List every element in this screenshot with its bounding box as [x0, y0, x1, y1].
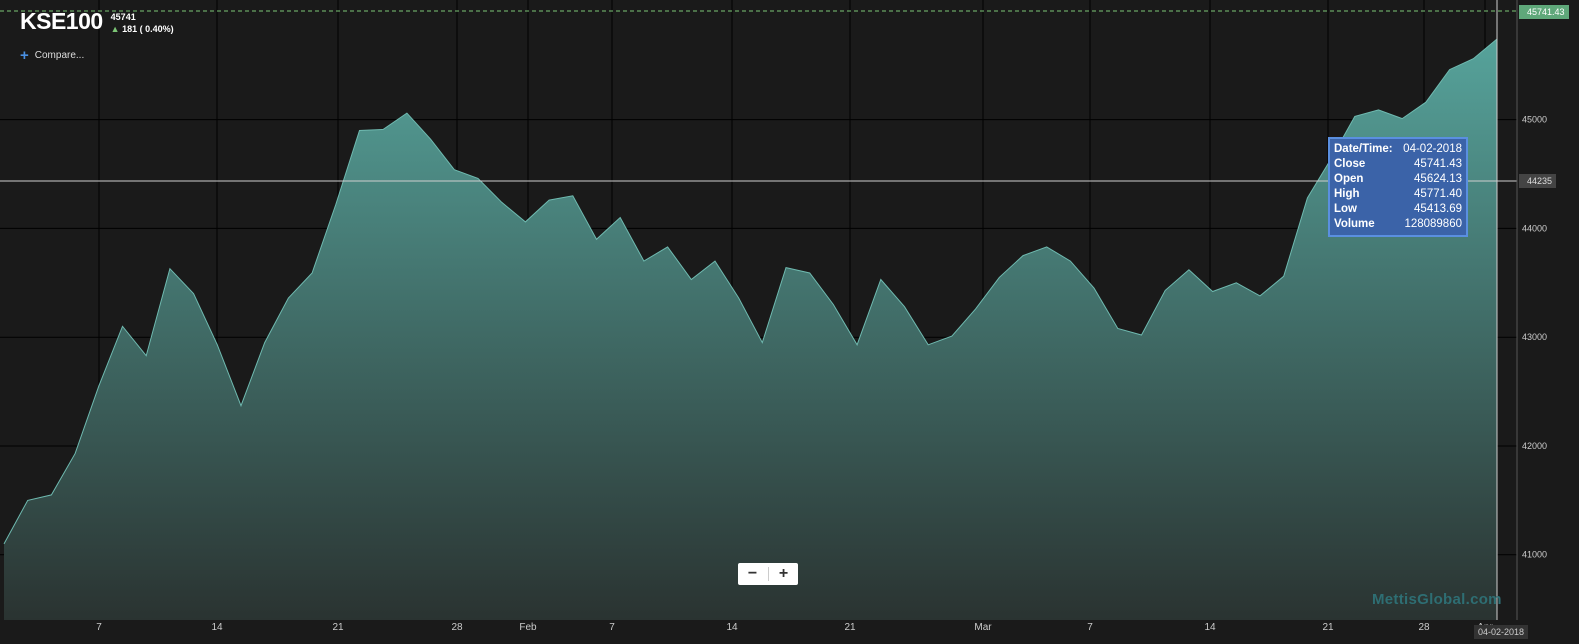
- y-tick-label: 44000: [1522, 223, 1547, 233]
- tooltip-row: Close 45741.43: [1334, 157, 1462, 172]
- crosshair-price-tag: 44235: [1519, 174, 1557, 188]
- tooltip-label: Low: [1334, 203, 1357, 215]
- tooltip-row: High 45771.40: [1334, 187, 1462, 202]
- tooltip-value: 45413.69: [1414, 203, 1462, 215]
- compare-button[interactable]: + Compare...: [20, 46, 85, 64]
- x-tick-label: 14: [211, 622, 223, 633]
- zoom-out-button[interactable]: −: [739, 563, 767, 585]
- y-tick-label: 43000: [1522, 332, 1547, 342]
- tooltip-value: 04-02-2018: [1403, 143, 1462, 155]
- zoom-control: − +: [738, 563, 798, 585]
- tooltip-label: Close: [1334, 158, 1366, 170]
- tooltip-label: High: [1334, 188, 1360, 200]
- quote-block: 45741 ▲ 181 ( 0.40%): [111, 11, 174, 35]
- tooltip-value: 45771.40: [1414, 188, 1462, 200]
- plus-icon: +: [20, 46, 29, 64]
- tooltip-label: Open: [1334, 173, 1364, 185]
- chart-stage: 41000 42000 43000 44000 45000 7 14 21 28 Feb 7 14 2…: [0, 0, 1579, 644]
- x-tick-label: 21: [844, 622, 856, 633]
- x-tick-label: Feb: [519, 622, 537, 633]
- x-tick-label: 7: [1087, 622, 1093, 633]
- crosshair-date-tag: 04-02-2018: [1474, 625, 1529, 639]
- change-value: 181 ( 0.40%): [122, 24, 174, 34]
- x-tick-label: 21: [1322, 622, 1334, 633]
- x-tick-label: 14: [726, 622, 738, 633]
- y-tick-label: 42000: [1522, 441, 1547, 451]
- price-chart: 41000 42000 43000 44000 45000 7 14 21 28 Feb 7 14 2…: [0, 0, 1547, 633]
- tooltip-value: 128089860: [1404, 218, 1462, 230]
- x-axis-ticks: 7142128Feb71421Mar7142128Apr: [96, 622, 1493, 633]
- tooltip-label: Date/Time:: [1334, 143, 1393, 155]
- x-tick-label: 14: [1204, 622, 1216, 633]
- change-row: ▲ 181 ( 0.40%): [111, 23, 174, 35]
- x-tick-label: 21: [332, 622, 344, 633]
- chart-header: KSE100 45741 ▲ 181 ( 0.40%): [20, 8, 174, 35]
- data-tooltip: Date/Time: 04-02-2018 Close 45741.43 Open 456…: [1328, 137, 1468, 237]
- tooltip-row: Open 45624.13: [1334, 172, 1462, 187]
- x-tick-label: 28: [451, 622, 463, 633]
- zoom-in-button[interactable]: +: [770, 563, 798, 585]
- x-tick-label: 28: [1418, 622, 1430, 633]
- y-tick-label: 45000: [1522, 115, 1547, 125]
- tooltip-row: Date/Time: 04-02-2018: [1334, 142, 1462, 157]
- x-tick-label: 7: [609, 622, 615, 633]
- tooltip-value: 45624.13: [1414, 173, 1462, 185]
- tooltip-row: Low 45413.69: [1334, 202, 1462, 217]
- last-value: 45741: [110, 12, 136, 22]
- symbol-title: KSE100: [20, 8, 103, 34]
- tooltip-label: Volume: [1334, 218, 1375, 230]
- price-area: [4, 39, 1497, 620]
- x-tick-label: Mar: [974, 622, 992, 633]
- x-tick-label: 7: [96, 622, 102, 633]
- zoom-divider: [767, 567, 769, 581]
- up-arrow-icon: ▲: [110, 24, 120, 34]
- compare-label: Compare...: [34, 50, 85, 61]
- y-tick-label: 41000: [1522, 550, 1547, 560]
- tooltip-row: Volume 128089860: [1334, 217, 1462, 232]
- last-price-tag: 45741.43: [1519, 5, 1569, 19]
- tooltip-value: 45741.43: [1414, 158, 1462, 170]
- watermark: MettisGlobal.com: [1372, 591, 1502, 608]
